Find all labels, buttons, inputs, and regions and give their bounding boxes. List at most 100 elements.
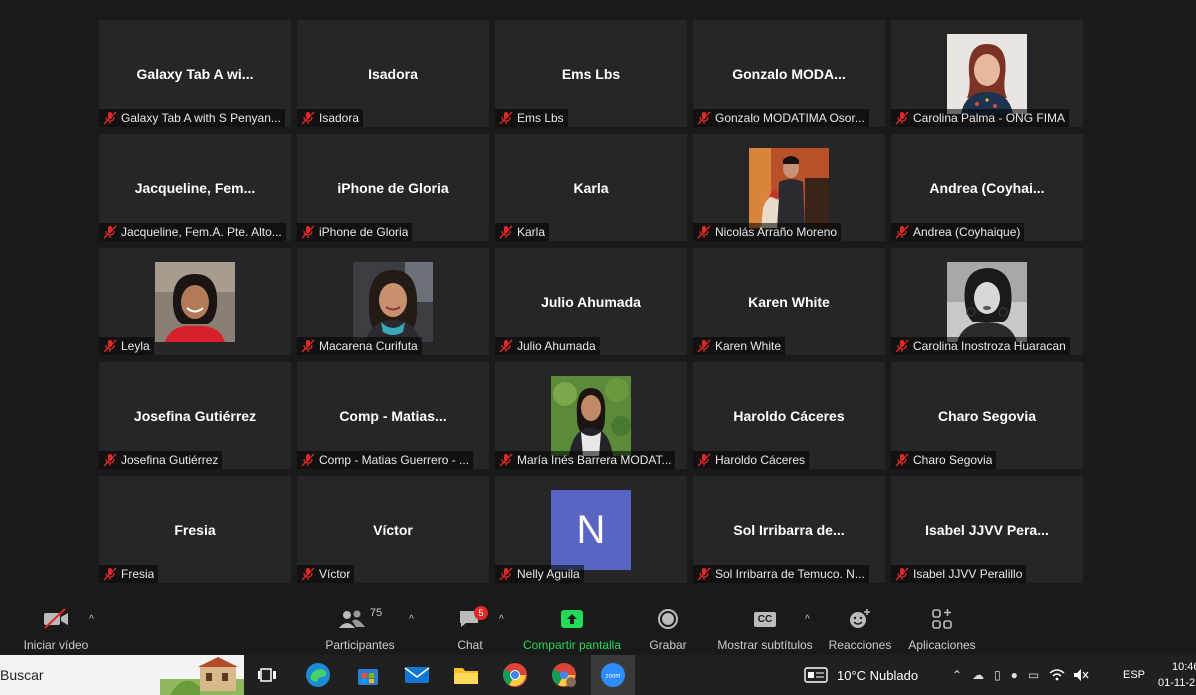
mic-muted-icon: [499, 567, 513, 581]
participant-photo: [947, 262, 1027, 342]
participant-tile[interactable]: Carolina Palma - ONG FIMA: [891, 20, 1083, 127]
participant-display-name: Jacqueline, Fem...: [134, 180, 256, 196]
volume-icon[interactable]: [1073, 668, 1089, 682]
mic-muted-icon: [301, 225, 315, 239]
cloud-icon[interactable]: ☁: [972, 668, 984, 682]
chat-badge: 5: [474, 606, 488, 620]
participant-tile[interactable]: Isadora Isadora: [297, 20, 489, 127]
participant-name-label: Comp - Matias Guerrero - ...: [297, 451, 474, 469]
mic-muted-icon: [499, 453, 513, 467]
participant-name-label: Karla: [495, 223, 550, 241]
chat-options-caret[interactable]: ^: [499, 614, 504, 625]
participant-display-name: iPhone de Gloria: [337, 180, 449, 196]
mic-muted-icon: [895, 453, 909, 467]
participant-tile[interactable]: Josefina Gutiérrez Josefina Gutiérrez: [99, 362, 291, 469]
participant-tile[interactable]: Julio Ahumada Julio Ahumada: [495, 248, 687, 355]
taskbar-edge[interactable]: [296, 655, 340, 695]
participant-tile[interactable]: Ems Lbs Ems Lbs: [495, 20, 687, 127]
participant-tile[interactable]: Comp - Matias... Comp - Matias Guerrero -…: [297, 362, 489, 469]
clock[interactable]: 10:46 01-11-2: [1158, 655, 1196, 695]
weather-widget[interactable]: 10°C Nublado: [804, 655, 918, 695]
chevron-up-icon[interactable]: ⌃: [952, 668, 962, 682]
share-screen-button[interactable]: Compartir pantalla: [520, 604, 624, 652]
participant-tile[interactable]: Galaxy Tab A wi... Galaxy Tab A with S Pe…: [99, 20, 291, 127]
display-icon[interactable]: ▭: [1028, 668, 1039, 682]
share-screen-icon: [520, 604, 624, 634]
participant-tile[interactable]: Andrea (Coyhai... Andrea (Coyhaique): [891, 134, 1083, 241]
participant-display-name: Comp - Matias...: [339, 408, 447, 424]
participants-options-caret[interactable]: ^: [409, 614, 414, 625]
participant-grid: Galaxy Tab A wi... Galaxy Tab A with S Pe…: [99, 20, 1083, 584]
participant-display-name: Sol Irribarra de...: [733, 522, 845, 538]
task-view-button[interactable]: [246, 655, 290, 695]
system-tray-icons[interactable]: ⌃ ☁ ▯ ● ▭: [952, 655, 1089, 695]
subtitles-options-caret[interactable]: ^: [805, 614, 810, 625]
taskbar-chrome-profile[interactable]: [542, 655, 586, 695]
battery-meter-icon[interactable]: ▯: [994, 668, 1001, 682]
language-indicator[interactable]: ESP: [1123, 655, 1145, 695]
mic-muted-icon: [499, 225, 513, 239]
participant-name-label: Karen White: [693, 337, 786, 355]
video-off-icon: [22, 604, 90, 634]
mic-muted-icon: [301, 339, 315, 353]
start-video-button[interactable]: Iniciar vídeo: [22, 604, 90, 652]
participant-tile[interactable]: Nicolás Arraño Moreno: [693, 134, 885, 241]
participant-tile[interactable]: N Nelly Aguila: [495, 476, 687, 583]
participant-tile[interactable]: Carolina Inostroza Huaracan: [891, 248, 1083, 355]
participant-tile[interactable]: María Inés Barrera MODAT...: [495, 362, 687, 469]
participant-tile[interactable]: Jacqueline, Fem... Jacqueline, Fem.A. Pte…: [99, 134, 291, 241]
weather-icon: [804, 667, 828, 683]
participant-tile[interactable]: Karla Karla: [495, 134, 687, 241]
mic-muted-icon: [499, 339, 513, 353]
participant-name-label: Nelly Aguila: [495, 565, 584, 583]
participant-display-name: Andrea (Coyhai...: [929, 180, 1045, 196]
mic-muted-icon: [103, 567, 117, 581]
participant-tile[interactable]: Isabel JJVV Pera... Isabel JJVV Peralillo: [891, 476, 1083, 583]
participant-name-label: Galaxy Tab A with S Penyan...: [99, 109, 285, 127]
participant-name-label: Gonzalo MODATIMA Osor...: [693, 109, 869, 127]
participant-name-label: Macarena Curifuta: [297, 337, 422, 355]
participant-display-name: Víctor: [373, 522, 413, 538]
apps-button[interactable]: Aplicaciones: [904, 604, 980, 652]
participant-photo: [353, 262, 433, 342]
participant-display-name: Isabel JJVV Pera...: [925, 522, 1049, 538]
participant-name-label: Víctor: [297, 565, 355, 583]
taskbar-mail[interactable]: [395, 655, 439, 695]
participant-tile[interactable]: Víctor Víctor: [297, 476, 489, 583]
reactions-button[interactable]: Reacciones: [828, 604, 892, 652]
participant-display-name: Charo Segovia: [937, 408, 1037, 424]
taskbar-chrome[interactable]: [493, 655, 537, 695]
participant-tile[interactable]: Sol Irribarra de... Sol Irribarra de Temu…: [693, 476, 885, 583]
participant-tile[interactable]: Karen White Karen White: [693, 248, 885, 355]
participant-tile[interactable]: Haroldo Cáceres Haroldo Cáceres: [693, 362, 885, 469]
participant-name-label: Sol Irribarra de Temuco. N...: [693, 565, 869, 583]
record-button[interactable]: Grabar: [646, 604, 690, 652]
record-icon: [646, 604, 690, 634]
taskbar-store[interactable]: [346, 655, 390, 695]
participant-display-name: Haroldo Cáceres: [733, 408, 845, 424]
participant-name-label: Carolina Palma - ONG FIMA: [891, 109, 1070, 127]
participant-display-name: Josefina Gutiérrez: [133, 408, 257, 424]
mic-icon[interactable]: ●: [1011, 668, 1018, 682]
chrome-icon: [503, 663, 527, 687]
taskbar-zoom[interactable]: zoom: [591, 655, 635, 695]
video-options-caret[interactable]: ^: [89, 614, 94, 625]
participant-display-name: Gonzalo MODA...: [732, 66, 846, 82]
subtitles-button[interactable]: CC Mostrar subtítulos: [714, 604, 816, 652]
participant-tile[interactable]: Fresia Fresia: [99, 476, 291, 583]
store-icon: [358, 669, 378, 685]
participant-tile[interactable]: Gonzalo MODA... Gonzalo MODATIMA Osor...: [693, 20, 885, 127]
wifi-icon[interactable]: [1049, 668, 1065, 682]
participant-tile[interactable]: Macarena Curifuta: [297, 248, 489, 355]
mic-muted-icon: [697, 453, 711, 467]
participants-button[interactable]: 75 Participantes: [322, 604, 398, 652]
folder-icon: [454, 668, 478, 684]
participant-tile[interactable]: Charo Segovia Charo Segovia: [891, 362, 1083, 469]
mic-muted-icon: [895, 111, 909, 125]
mic-muted-icon: [895, 339, 909, 353]
chat-button[interactable]: 5 Chat: [450, 604, 490, 652]
participant-tile[interactable]: Leyla: [99, 248, 291, 355]
taskbar-search-box[interactable]: Buscar: [0, 655, 244, 695]
taskbar-explorer[interactable]: [444, 655, 488, 695]
participant-tile[interactable]: iPhone de Gloria iPhone de Gloria: [297, 134, 489, 241]
